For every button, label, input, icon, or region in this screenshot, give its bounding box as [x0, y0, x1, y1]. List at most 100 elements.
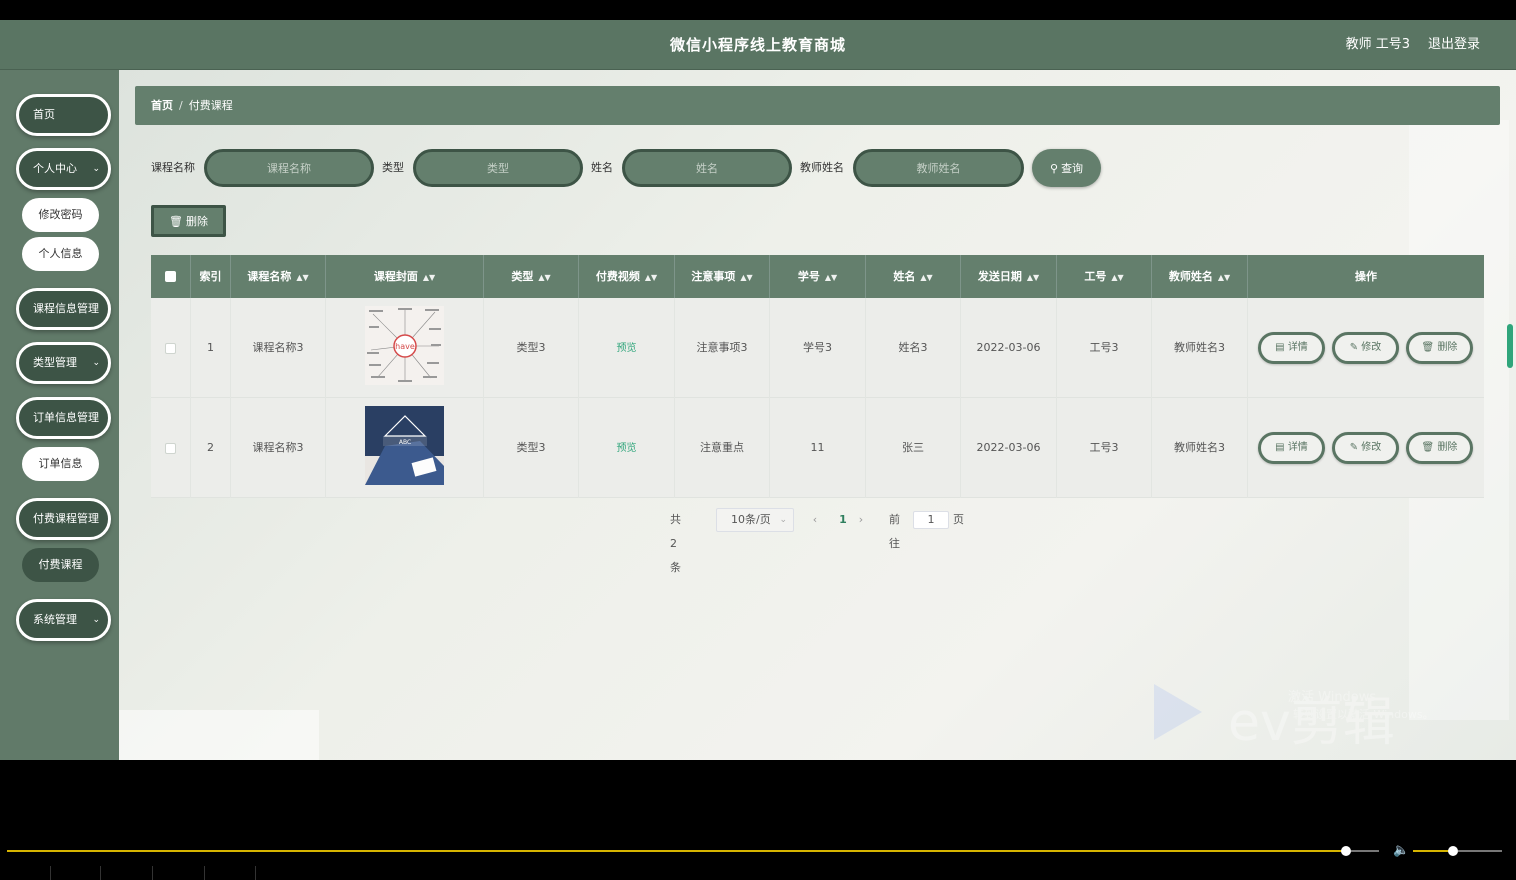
sidebar-item-label: 课程信息管理	[33, 302, 99, 315]
volume-slider[interactable]	[1413, 850, 1453, 852]
search-button-label: 查询	[1061, 163, 1084, 175]
column-header-label: 操作	[1355, 270, 1377, 283]
course-cover-image[interactable]: have	[365, 306, 444, 385]
teacher-name-input[interactable]	[853, 149, 1024, 187]
progress-bar[interactable]	[7, 850, 1347, 852]
sidebar-item-type[interactable]: 类型管理 ⌄	[16, 342, 111, 384]
edit-icon: ✎	[1349, 442, 1359, 453]
page-size-select[interactable]: 10条/页 ⌄	[716, 508, 794, 532]
detail-button[interactable]: ▤ 详情	[1258, 432, 1325, 464]
sort-icon[interactable]: ▲▼	[740, 273, 752, 282]
column-header-work-no[interactable]: 工号 ▲▼	[1057, 255, 1152, 298]
goto-page-input[interactable]: 1	[913, 511, 949, 529]
volume-icon[interactable]: 🔈	[1393, 843, 1409, 858]
type-input[interactable]	[413, 149, 583, 187]
select-all-checkbox[interactable]	[165, 271, 176, 282]
sidebar-item-paid-course[interactable]: 付费课程管理	[16, 498, 111, 540]
breadcrumb-home[interactable]: 首页	[151, 99, 173, 112]
edit-icon: ✎	[1349, 342, 1359, 353]
sidebar-item-order-info[interactable]: 订单信息管理	[16, 397, 111, 439]
sort-icon[interactable]: ▲▼	[296, 273, 308, 282]
bulk-delete-label: 删除	[186, 216, 209, 228]
row-checkbox[interactable]	[165, 443, 176, 454]
sort-icon[interactable]: ▲▼	[645, 273, 657, 282]
sort-icon[interactable]: ▲▼	[538, 273, 550, 282]
sidebar-item-personal[interactable]: 个人中心 ⌄	[16, 148, 111, 190]
taskbar-divider	[255, 866, 256, 880]
course-cover-image[interactable]: ABC	[365, 406, 444, 485]
document-icon: ▤	[1275, 342, 1285, 353]
column-header-label: 教师姓名	[1168, 270, 1213, 283]
sidebar-subitem-order-info[interactable]: 订单信息	[22, 447, 99, 481]
goto-label: 前往	[889, 513, 900, 550]
sidebar-subitem-change-password[interactable]: 修改密码	[22, 198, 99, 232]
cell-actions: ▤ 详情 ✎ 修改 🗑 删除	[1248, 398, 1484, 498]
column-header-cover[interactable]: 课程封面 ▲▼	[326, 255, 484, 298]
current-page-number[interactable]: 1	[835, 508, 851, 532]
watermark-activate-text: 激活 Windows	[1288, 690, 1377, 705]
cell-type: 类型3	[484, 298, 579, 398]
bulk-delete-button[interactable]: 🗑 删除	[151, 205, 226, 237]
cell-notes: 注意重点	[675, 398, 770, 498]
main-content: 首页 / 付费课程 课程名称 类型 姓名 教师姓名 ⚲ 查询 🗑 删除 索引 课程名…	[119, 70, 1516, 760]
table-header: 索引 课程名称 ▲▼ 课程封面 ▲▼ 类型 ▲▼ 付费视频 ▲▼ 注意事项 ▲▼ 学号 ▲▼…	[151, 255, 1484, 298]
sidebar-item-label: 付费课程管理	[33, 512, 99, 525]
preview-link[interactable]: 预览	[617, 343, 637, 354]
column-header-paid-video[interactable]: 付费视频 ▲▼	[579, 255, 675, 298]
column-header-date[interactable]: 发送日期 ▲▼	[961, 255, 1057, 298]
name-input[interactable]	[622, 149, 792, 187]
column-header-student-no[interactable]: 学号 ▲▼	[770, 255, 866, 298]
search-icon: ⚲	[1049, 163, 1058, 175]
taskbar-divider	[152, 866, 153, 880]
course-name-input[interactable]	[204, 149, 374, 187]
play-logo-icon	[1154, 684, 1202, 740]
delete-button-label: 删除	[1437, 442, 1458, 453]
sort-icon[interactable]: ▲▼	[825, 273, 837, 282]
next-page-icon[interactable]: ›	[851, 508, 871, 532]
cell-paid-video: 预览	[579, 398, 675, 498]
pagination-total: 共 2 条	[670, 513, 681, 574]
sidebar-subitem-personal-info[interactable]: 个人信息	[22, 237, 99, 271]
column-header-name[interactable]: 姓名 ▲▼	[866, 255, 961, 298]
taskbar-divider	[204, 866, 205, 880]
sort-icon[interactable]: ▲▼	[1027, 273, 1039, 282]
scrollbar-handle[interactable]	[1507, 324, 1513, 368]
progress-handle[interactable]	[1341, 846, 1351, 856]
sort-icon[interactable]: ▲▼	[920, 273, 932, 282]
chevron-down-icon: ⌄	[92, 164, 100, 174]
logout-link[interactable]: 退出登录	[1428, 20, 1480, 70]
trash-icon: 🗑	[1421, 342, 1435, 353]
sort-icon[interactable]: ▲▼	[1218, 273, 1230, 282]
breadcrumb-current: 付费课程	[188, 99, 233, 112]
page-unit-label: 页	[953, 513, 964, 526]
row-checkbox[interactable]	[165, 343, 176, 354]
edit-button[interactable]: ✎ 修改	[1332, 332, 1399, 364]
column-header-type[interactable]: 类型 ▲▼	[484, 255, 579, 298]
sidebar-item-course-info[interactable]: 课程信息管理	[16, 288, 111, 330]
edit-button[interactable]: ✎ 修改	[1332, 432, 1399, 464]
sidebar-subitem-paid-course[interactable]: 付费课程	[22, 548, 99, 582]
detail-button[interactable]: ▤ 详情	[1258, 332, 1325, 364]
prev-page-icon[interactable]: ‹	[805, 508, 825, 532]
column-header-course-name[interactable]: 课程名称 ▲▼	[231, 255, 326, 298]
column-header-notes[interactable]: 注意事项 ▲▼	[675, 255, 770, 298]
delete-button[interactable]: 🗑 删除	[1406, 432, 1473, 464]
progress-remaining	[1351, 850, 1379, 852]
ev-watermark: ev剪辑 激活 Windows 转到设置以激活 Windows。	[1148, 680, 1448, 753]
sort-icon[interactable]: ▲▼	[423, 273, 435, 282]
trash-icon: 🗑	[1421, 442, 1435, 453]
delete-button[interactable]: 🗑 删除	[1406, 332, 1473, 364]
sidebar-item-home[interactable]: 首页	[16, 94, 111, 136]
column-header-label: 索引	[199, 270, 222, 283]
column-header-teacher[interactable]: 教师姓名 ▲▼	[1152, 255, 1248, 298]
sidebar-item-system[interactable]: 系统管理 ⌄	[16, 599, 111, 641]
search-button[interactable]: ⚲ 查询	[1032, 149, 1101, 187]
volume-handle[interactable]	[1448, 846, 1458, 856]
detail-button-label: 详情	[1287, 442, 1308, 453]
cell-work-no: 工号3	[1057, 398, 1152, 498]
row-select-cell	[151, 398, 191, 498]
video-player-controls: 🔈	[0, 838, 1516, 880]
column-header-label: 课程名称	[247, 270, 292, 283]
preview-link[interactable]: 预览	[617, 443, 637, 454]
sort-icon[interactable]: ▲▼	[1111, 273, 1123, 282]
